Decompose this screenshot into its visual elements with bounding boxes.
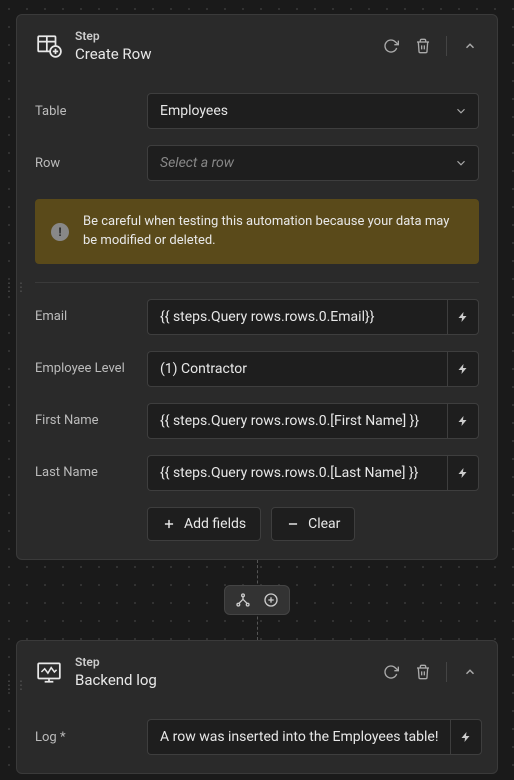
field-label-employee-level: Employee Level — [35, 361, 137, 376]
plus-icon — [162, 517, 176, 531]
warning-banner: ! Be careful when testing this automatio… — [35, 199, 479, 263]
clear-button[interactable]: Clear — [271, 507, 355, 541]
table-select[interactable]: Employees — [147, 93, 479, 129]
field-label-table: Table — [35, 104, 137, 119]
bolt-icon[interactable] — [447, 455, 479, 491]
bolt-icon[interactable] — [447, 403, 479, 439]
trash-icon[interactable] — [414, 37, 432, 55]
branch-icon[interactable] — [235, 592, 251, 608]
table-select-value: Employees — [160, 103, 228, 119]
step-header: Step Backend log — [17, 641, 497, 703]
field-label-last-name: Last Name — [35, 465, 137, 480]
trash-icon[interactable] — [414, 663, 432, 681]
employee-level-input[interactable]: (1) Contractor — [147, 351, 447, 387]
first-name-input[interactable]: {{ steps.Query rows.rows.0.[First Name] … — [147, 403, 447, 439]
add-fields-button[interactable]: Add fields — [147, 507, 261, 541]
field-label-log: Log * — [35, 730, 137, 745]
log-input[interactable]: A row was inserted into the Employees ta… — [147, 719, 450, 755]
warning-text: Be careful when testing this automation … — [83, 213, 463, 249]
step-name: Backend log — [75, 671, 370, 689]
step-label: Step — [75, 655, 370, 669]
connector-pill — [224, 585, 290, 615]
minus-icon — [286, 517, 300, 531]
bolt-icon[interactable] — [450, 719, 482, 755]
bolt-icon[interactable] — [447, 299, 479, 335]
chevron-up-icon[interactable] — [461, 663, 479, 681]
chevron-up-icon[interactable] — [461, 37, 479, 55]
last-name-input[interactable]: {{ steps.Query rows.rows.0.[Last Name] }… — [147, 455, 447, 491]
step-label: Step — [75, 29, 370, 43]
step-card-create-row: ⋮⋮ Step Create Row — [16, 14, 498, 560]
refresh-icon[interactable] — [382, 663, 400, 681]
add-step-icon[interactable] — [263, 592, 279, 608]
drag-handle-icon[interactable]: ⋮⋮ — [3, 280, 27, 294]
field-label-first-name: First Name — [35, 413, 137, 428]
warning-icon: ! — [51, 223, 69, 241]
step-name: Create Row — [75, 45, 370, 63]
step-card-backend-log: ⋮⋮ Step Backend log — [16, 640, 498, 774]
bolt-icon[interactable] — [447, 351, 479, 387]
step-header: Step Create Row — [17, 15, 497, 77]
create-row-icon — [35, 32, 63, 60]
divider — [35, 282, 479, 283]
refresh-icon[interactable] — [382, 37, 400, 55]
chevron-down-icon — [454, 156, 468, 170]
row-select[interactable]: Select a row — [147, 145, 479, 181]
connector — [16, 560, 498, 640]
field-label-email: Email — [35, 309, 137, 324]
drag-handle-icon[interactable]: ⋮⋮ — [3, 678, 27, 692]
email-input[interactable]: {{ steps.Query rows.rows.0.Email}} — [147, 299, 447, 335]
divider — [446, 36, 447, 56]
backend-log-icon — [35, 658, 63, 686]
chevron-down-icon — [454, 104, 468, 118]
field-label-row: Row — [35, 156, 137, 171]
row-select-placeholder: Select a row — [160, 155, 234, 171]
divider — [446, 662, 447, 682]
